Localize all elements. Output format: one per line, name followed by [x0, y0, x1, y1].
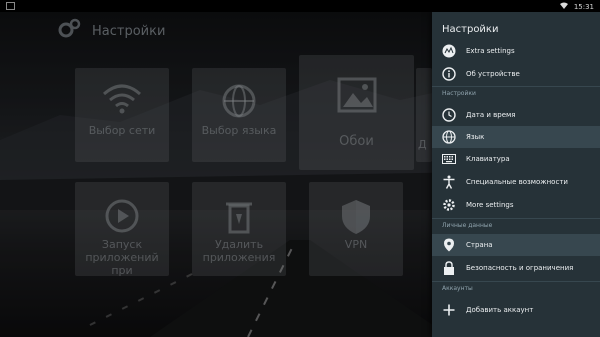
menu-item-label: Язык	[466, 133, 485, 141]
section-label-accounts: Аккаунты	[442, 285, 473, 292]
scrim-overlay[interactable]	[0, 12, 432, 337]
plus-icon	[442, 303, 456, 317]
menu-item-label: Добавить аккаунт	[466, 306, 534, 314]
settings-drawer: Настройки Extra settings Об устройстве Н…	[432, 12, 600, 337]
extra-settings-icon	[442, 44, 456, 58]
status-bar: 15:31	[0, 0, 600, 12]
menu-item-label: Безопасность и ограничения	[466, 264, 574, 272]
menu-item-accessibility[interactable]: Специальные возможности	[432, 171, 600, 193]
drawer-title: Настройки	[442, 24, 499, 35]
divider	[432, 218, 600, 219]
status-time: 15:31	[573, 2, 594, 11]
menu-item-label: More settings	[466, 201, 514, 209]
menu-item-label: Специальные возможности	[466, 178, 568, 186]
menu-item-country[interactable]: Страна	[432, 234, 600, 256]
menu-item-more-settings[interactable]: More settings	[432, 194, 600, 216]
menu-item-label: Extra settings	[466, 47, 515, 55]
keyboard-icon	[442, 152, 456, 166]
divider	[432, 86, 600, 87]
gear-icon	[442, 198, 456, 212]
menu-item-label: Страна	[466, 241, 493, 249]
clock-icon	[442, 108, 456, 122]
globe-icon	[442, 130, 456, 144]
menu-item-label: Об устройстве	[466, 70, 520, 78]
menu-item-add-account[interactable]: Добавить аккаунт	[432, 299, 600, 321]
section-label-settings: Настройки	[442, 90, 476, 97]
info-icon	[442, 67, 456, 81]
notification-icon	[6, 2, 15, 10]
accessibility-icon	[442, 175, 456, 189]
location-icon	[442, 238, 456, 252]
menu-item-language[interactable]: Язык	[432, 126, 600, 148]
section-label-personal: Личные данные	[442, 222, 493, 229]
divider	[432, 281, 600, 282]
menu-item-date-time[interactable]: Дата и время	[432, 104, 600, 126]
menu-item-label: Дата и время	[466, 111, 516, 119]
menu-item-keyboard[interactable]: Клавиатура	[432, 148, 600, 170]
wifi-signal-icon	[559, 2, 568, 11]
menu-item-about-device[interactable]: Об устройстве	[432, 63, 600, 85]
lock-icon	[442, 261, 456, 275]
menu-item-label: Клавиатура	[466, 155, 510, 163]
menu-item-extra-settings[interactable]: Extra settings	[432, 40, 600, 62]
menu-item-security[interactable]: Безопасность и ограничения	[432, 257, 600, 279]
